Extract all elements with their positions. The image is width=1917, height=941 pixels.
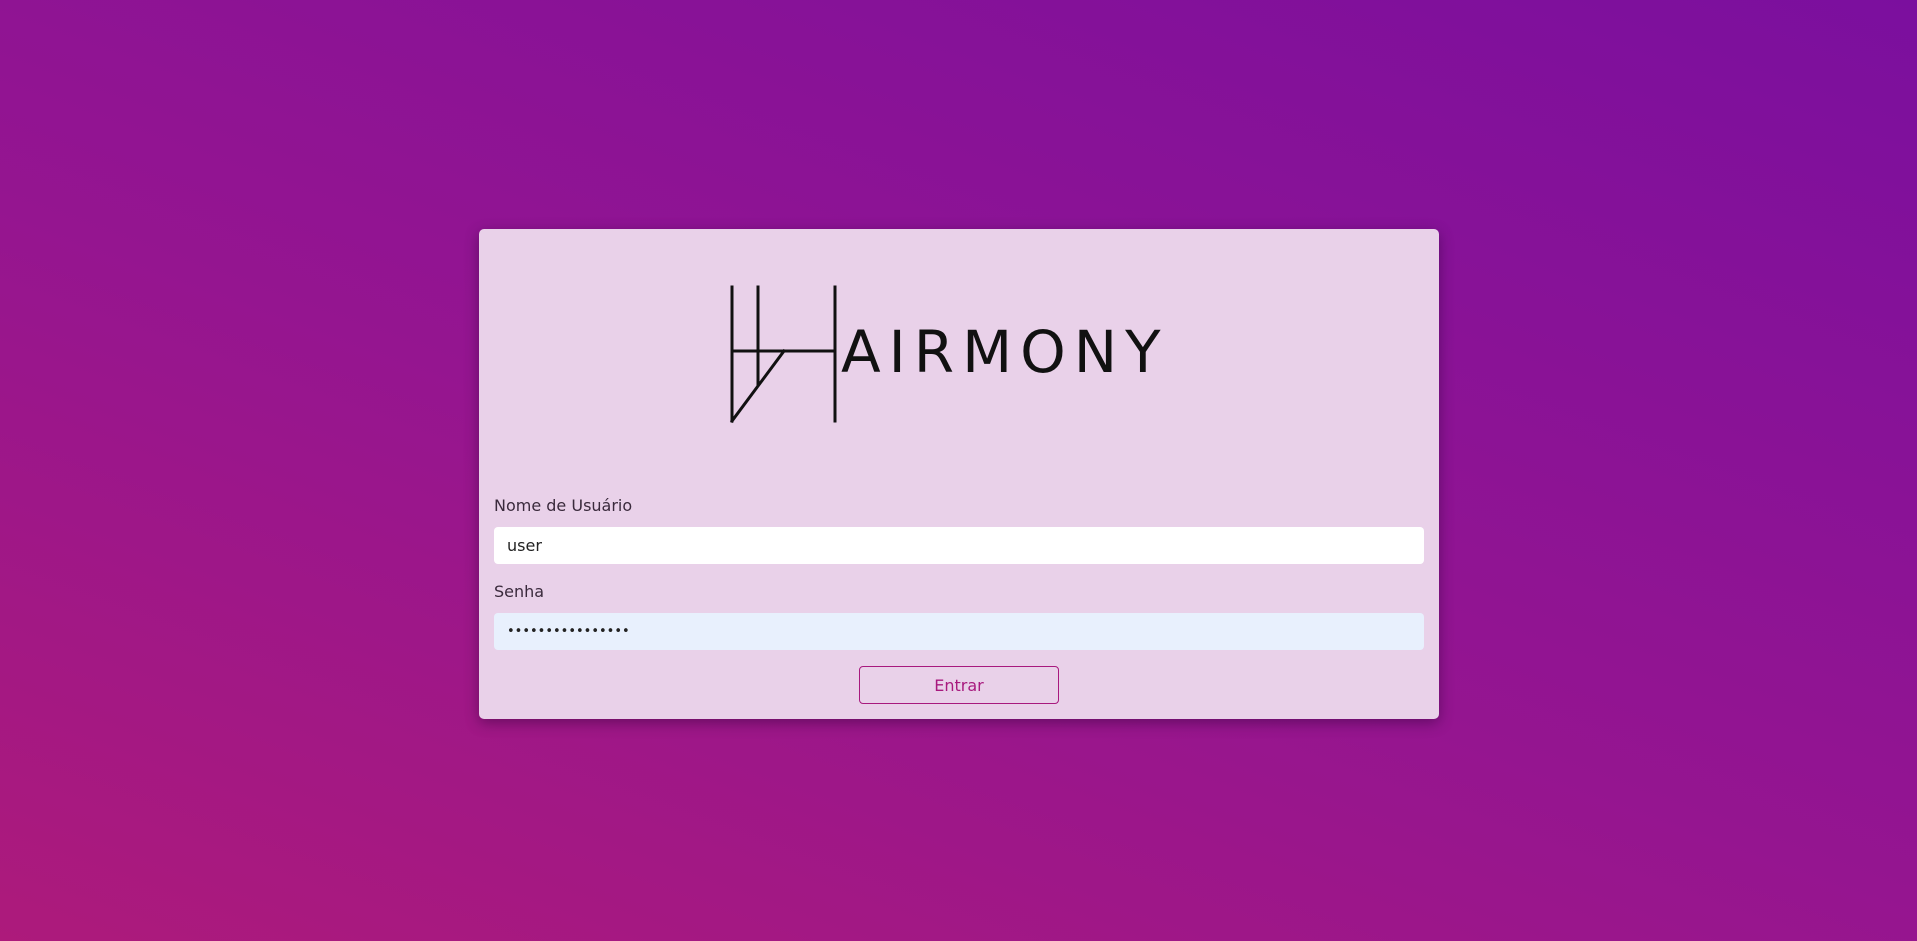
password-label: Senha (494, 582, 545, 601)
login-button[interactable]: Entrar (859, 666, 1059, 704)
login-card: AIRMONY Nome de Usuário Senha Entrar (479, 229, 1439, 719)
h-monogram-icon (729, 285, 837, 424)
username-input[interactable] (494, 527, 1424, 564)
username-label: Nome de Usuário (494, 496, 633, 515)
logo-wordmark: AIRMONY (841, 318, 1169, 386)
hairmony-logo: AIRMONY (729, 285, 1189, 425)
password-input[interactable] (494, 613, 1424, 650)
